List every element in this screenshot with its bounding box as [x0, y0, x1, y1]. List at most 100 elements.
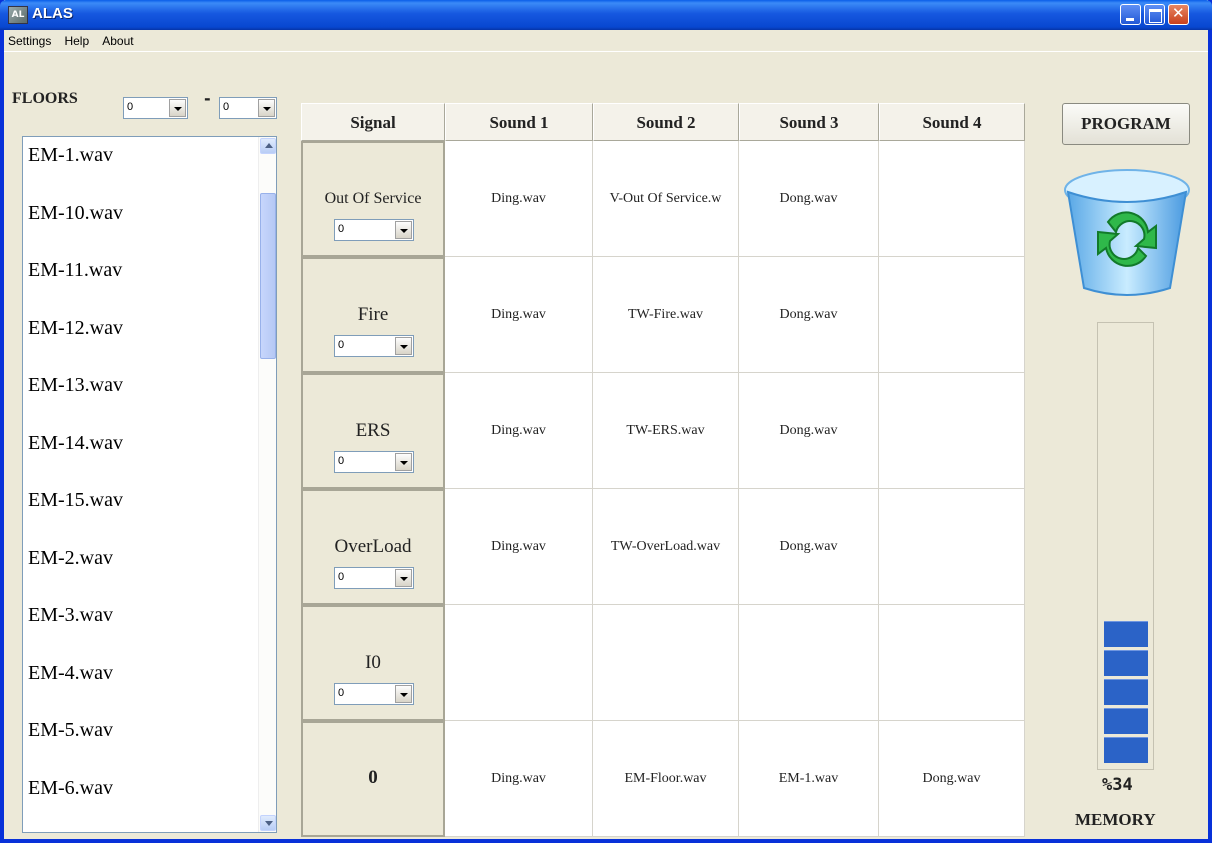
sound-cell[interactable]: TW-OverLoad.wav: [593, 489, 739, 605]
memory-block: [1104, 708, 1148, 734]
header-sound-2: Sound 2: [593, 103, 739, 141]
signal-select-value: 0: [338, 223, 345, 235]
sound-cell[interactable]: [445, 605, 593, 721]
sound-cell[interactable]: [879, 141, 1025, 257]
list-item[interactable]: EM-2.wav: [28, 547, 113, 570]
floor-from-value: 0: [127, 101, 134, 113]
menu-bar: Settings Help About: [4, 30, 1208, 52]
signal-cell-overload[interactable]: OverLoad 0: [301, 489, 445, 605]
memory-block: [1104, 621, 1148, 647]
signal-name: ERS: [355, 420, 391, 441]
sound-cell[interactable]: TW-ERS.wav: [593, 373, 739, 489]
sound-cell[interactable]: Dong.wav: [879, 721, 1025, 837]
sound-file-list[interactable]: EM-1.wav EM-10.wav EM-11.wav EM-12.wav E…: [22, 136, 277, 833]
chevron-down-icon[interactable]: [395, 337, 412, 355]
sound-cell[interactable]: EM-1.wav: [739, 721, 879, 837]
sound-cell[interactable]: [879, 489, 1025, 605]
memory-percent: %34: [1102, 775, 1133, 795]
floor-to-select[interactable]: 0: [219, 97, 277, 119]
signal-name: Fire: [357, 304, 389, 325]
signal-name: Out Of Service: [324, 190, 422, 207]
sound-cell[interactable]: Ding.wav: [445, 721, 593, 837]
list-item[interactable]: EM-15.wav: [28, 489, 123, 512]
sound-cell[interactable]: Ding.wav: [445, 489, 593, 605]
sound-cell[interactable]: Ding.wav: [445, 373, 593, 489]
scroll-down-icon[interactable]: [260, 815, 276, 831]
minimize-button[interactable]: [1120, 4, 1141, 25]
file-list-scrollbar[interactable]: [258, 137, 276, 832]
sound-cell[interactable]: Ding.wav: [445, 141, 593, 257]
header-signal: Signal: [301, 103, 445, 141]
signal-select-value: 0: [338, 455, 345, 467]
menu-help[interactable]: Help: [60, 31, 93, 48]
memory-block: [1104, 737, 1148, 763]
memory-label: MEMORY: [1075, 810, 1156, 829]
sound-cell[interactable]: [593, 605, 739, 721]
sound-cell[interactable]: Dong.wav: [739, 257, 879, 373]
chevron-down-icon[interactable]: [395, 453, 412, 471]
memory-meter: [1097, 322, 1154, 770]
chevron-down-icon[interactable]: [258, 99, 275, 117]
floor-to-value: 0: [223, 101, 230, 113]
signal-select[interactable]: 0: [334, 567, 414, 589]
app-icon: AL: [8, 6, 28, 24]
signal-name: OverLoad: [334, 536, 412, 557]
sound-cell[interactable]: Dong.wav: [739, 373, 879, 489]
chevron-down-icon[interactable]: [169, 99, 186, 117]
list-item[interactable]: EM-1.wav: [28, 144, 113, 167]
window-title: ALAS: [32, 5, 73, 22]
close-button[interactable]: [1168, 4, 1189, 25]
sound-cell[interactable]: [879, 373, 1025, 489]
floors-separator: -: [204, 89, 211, 108]
scroll-up-icon[interactable]: [260, 138, 276, 154]
sound-cell[interactable]: Dong.wav: [739, 489, 879, 605]
signal-select-value: 0: [338, 687, 345, 699]
signal-select[interactable]: 0: [334, 683, 414, 705]
sound-cell[interactable]: Dong.wav: [739, 141, 879, 257]
signal-select[interactable]: 0: [334, 451, 414, 473]
signal-name: 0: [368, 767, 378, 788]
signal-cell-out-of-service[interactable]: Out Of Service 0: [301, 141, 445, 257]
signal-sound-grid: Signal Sound 1 Sound 2 Sound 3 Sound 4 O…: [301, 103, 1029, 837]
sound-cell[interactable]: [879, 257, 1025, 373]
memory-block: [1104, 650, 1148, 676]
header-sound-1: Sound 1: [445, 103, 593, 141]
sound-cell[interactable]: EM-Floor.wav: [593, 721, 739, 837]
sound-cell[interactable]: TW-Fire.wav: [593, 257, 739, 373]
signal-select-value: 0: [338, 571, 345, 583]
sound-cell[interactable]: [739, 605, 879, 721]
signal-cell-fire[interactable]: Fire 0: [301, 257, 445, 373]
sound-cell[interactable]: Ding.wav: [445, 257, 593, 373]
list-item[interactable]: EM-3.wav: [28, 604, 113, 627]
signal-cell-ers[interactable]: ERS 0: [301, 373, 445, 489]
list-item[interactable]: EM-5.wav: [28, 719, 113, 742]
sound-cell[interactable]: V-Out Of Service.w: [593, 141, 739, 257]
signal-select-value: 0: [338, 339, 345, 351]
signal-cell-i0[interactable]: I0 0: [301, 605, 445, 721]
header-sound-3: Sound 3: [739, 103, 879, 141]
menu-settings[interactable]: Settings: [4, 31, 55, 48]
recycle-bin-refresh-icon[interactable]: [1060, 160, 1194, 302]
floor-from-select[interactable]: 0: [123, 97, 188, 119]
list-item[interactable]: EM-13.wav: [28, 374, 123, 397]
signal-select[interactable]: 0: [334, 219, 414, 241]
signal-name: I0: [365, 652, 381, 673]
maximize-button[interactable]: [1144, 4, 1165, 25]
list-item[interactable]: EM-10.wav: [28, 202, 123, 225]
list-item[interactable]: EM-6.wav: [28, 777, 113, 800]
title-bar[interactable]: AL ALAS: [0, 0, 1212, 30]
menu-about[interactable]: About: [98, 31, 137, 48]
list-item[interactable]: EM-11.wav: [28, 259, 122, 282]
signal-cell-floor[interactable]: 0: [301, 721, 445, 837]
chevron-down-icon[interactable]: [395, 221, 412, 239]
chevron-down-icon[interactable]: [395, 569, 412, 587]
program-button[interactable]: PROGRAM: [1062, 103, 1190, 145]
list-item[interactable]: EM-12.wav: [28, 317, 123, 340]
sound-cell[interactable]: [879, 605, 1025, 721]
memory-block: [1104, 679, 1148, 705]
scroll-thumb[interactable]: [260, 193, 276, 359]
list-item[interactable]: EM-14.wav: [28, 432, 123, 455]
chevron-down-icon[interactable]: [395, 685, 412, 703]
signal-select[interactable]: 0: [334, 335, 414, 357]
list-item[interactable]: EM-4.wav: [28, 662, 113, 685]
